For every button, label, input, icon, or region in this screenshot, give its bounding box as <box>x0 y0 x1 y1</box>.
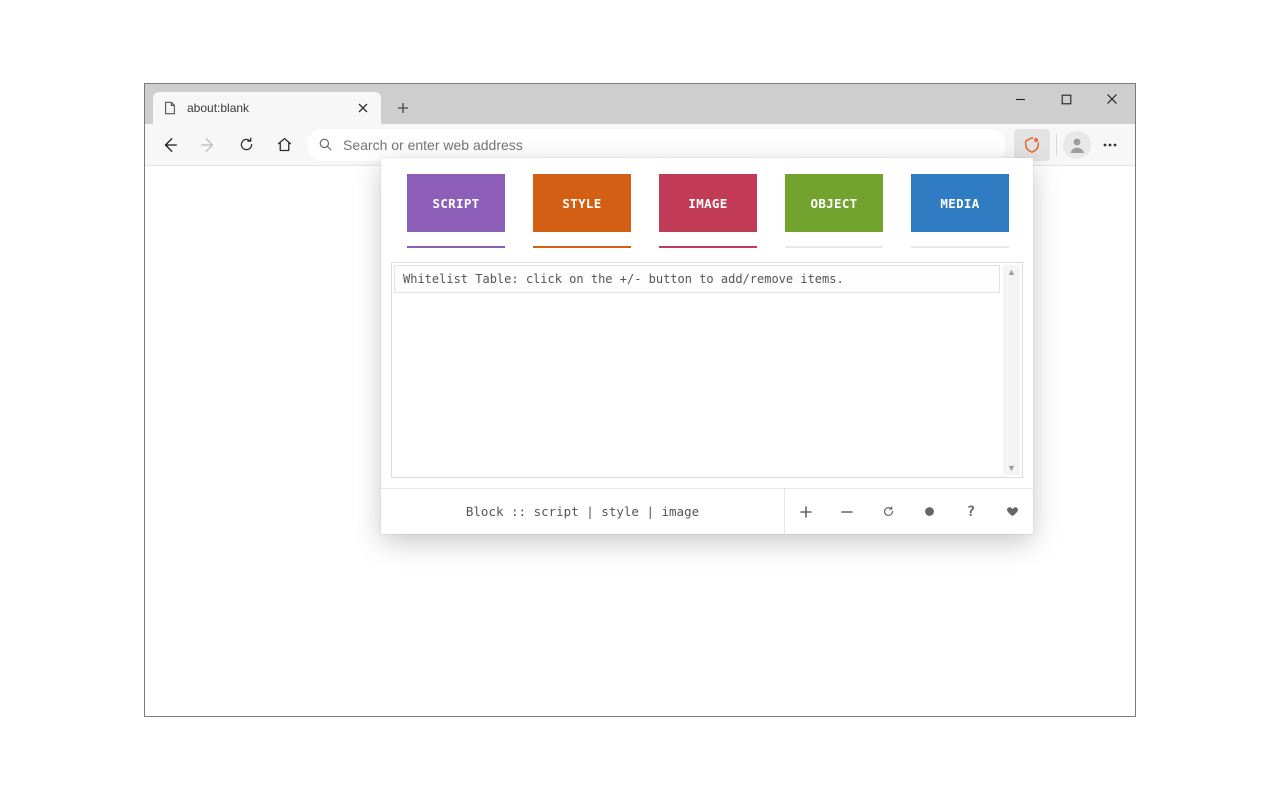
scroll-up-icon[interactable]: ▲ <box>1007 267 1016 277</box>
record-button[interactable] <box>916 498 944 526</box>
tab-image-underline <box>659 246 757 248</box>
footer-actions: ? <box>785 489 1033 534</box>
new-tab-button[interactable] <box>389 94 417 122</box>
tab-image[interactable]: IMAGE <box>659 174 757 232</box>
refresh-button[interactable] <box>874 498 902 526</box>
forward-button[interactable] <box>189 128 227 162</box>
minimize-button[interactable] <box>997 84 1043 114</box>
page-icon <box>163 101 177 115</box>
window-controls <box>997 84 1135 114</box>
tab-script-underline <box>407 246 505 248</box>
tab-script[interactable]: SCRIPT <box>407 174 505 232</box>
address-bar[interactable] <box>307 129 1006 161</box>
tab-object-underline <box>785 246 883 248</box>
whitelist-info: Whitelist Table: click on the +/- button… <box>394 265 1000 293</box>
favorite-button[interactable] <box>998 498 1026 526</box>
menu-button[interactable] <box>1091 128 1129 162</box>
maximize-button[interactable] <box>1043 84 1089 114</box>
tab-title: about:blank <box>187 101 345 115</box>
tab-style[interactable]: STYLE <box>533 174 631 232</box>
search-icon <box>318 137 333 152</box>
whitelist-area: Whitelist Table: click on the +/- button… <box>391 262 1023 478</box>
tab-media[interactable]: MEDIA <box>911 174 1009 232</box>
popup-main: Whitelist Table: click on the +/- button… <box>381 248 1033 488</box>
extension-button[interactable] <box>1014 129 1050 161</box>
add-button[interactable] <box>792 498 820 526</box>
whitelist-scrollbar[interactable]: ▲ ▼ <box>1003 265 1020 475</box>
category-tabs: SCRIPT STYLE IMAGE OBJECT MEDIA <box>381 158 1033 248</box>
home-button[interactable] <box>265 128 303 162</box>
address-input[interactable] <box>343 137 995 153</box>
tab-media-underline <box>911 246 1009 248</box>
back-button[interactable] <box>151 128 189 162</box>
extension-popup: SCRIPT STYLE IMAGE OBJECT MEDIA Wh <box>381 158 1033 534</box>
close-window-button[interactable] <box>1089 84 1135 114</box>
scroll-down-icon[interactable]: ▼ <box>1007 463 1016 473</box>
browser-tab[interactable]: about:blank <box>153 92 381 124</box>
titlebar: about:blank <box>145 84 1135 124</box>
help-button[interactable]: ? <box>957 498 985 526</box>
browser-window: about:blank <box>144 83 1136 717</box>
tab-close-button[interactable] <box>355 100 371 116</box>
reload-button[interactable] <box>227 128 265 162</box>
toolbar-separator <box>1056 134 1057 156</box>
block-status: Block :: script | style | image <box>381 489 785 534</box>
tab-style-underline <box>533 246 631 248</box>
remove-button[interactable] <box>833 498 861 526</box>
popup-footer: Block :: script | style | image ? <box>381 488 1033 534</box>
tab-object[interactable]: OBJECT <box>785 174 883 232</box>
profile-avatar[interactable] <box>1063 131 1091 159</box>
